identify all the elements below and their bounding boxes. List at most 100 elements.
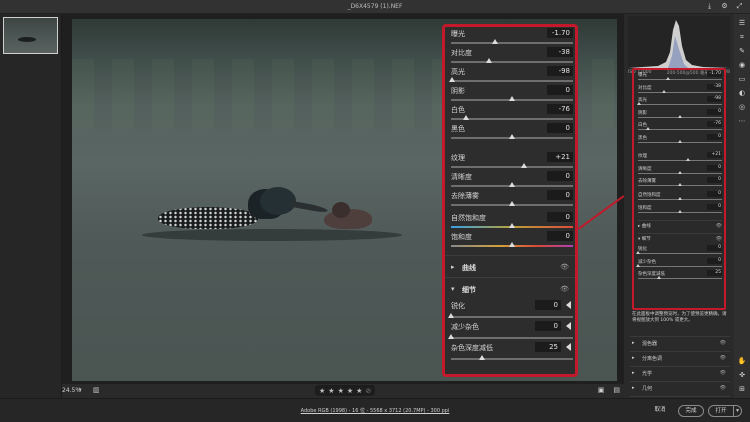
adjust-slider[interactable]: 去除薄雾 0 — [451, 190, 573, 209]
slider-track[interactable] — [638, 129, 722, 130]
panel-section-collapsed[interactable]: ▸ 几何 👁 — [630, 381, 730, 393]
sampler-icon[interactable]: ✜ — [737, 370, 747, 380]
slider-thumb[interactable] — [678, 139, 682, 143]
adjust-slider[interactable]: 曝光 -1.70 — [451, 28, 573, 47]
filmstrip-thumbnail[interactable] — [3, 17, 58, 54]
chevron-icon[interactable]: ▾ — [451, 285, 455, 293]
slider-value-field[interactable]: -76 — [547, 104, 573, 114]
slider-thumb[interactable] — [636, 263, 640, 267]
visibility-eye-icon[interactable]: 👁 — [720, 370, 726, 376]
slider-value-field[interactable]: 0 — [707, 177, 722, 183]
slider-thumb[interactable] — [491, 39, 498, 44]
slider-thumb[interactable] — [449, 77, 456, 82]
slider-track[interactable] — [451, 61, 573, 63]
slider-value-field[interactable]: 0 — [707, 133, 722, 140]
slider-value-field[interactable]: -76 — [707, 121, 722, 127]
slider-thumb[interactable] — [636, 102, 641, 105]
slider-thumb[interactable] — [678, 183, 682, 186]
hand-tool-icon[interactable]: ✋ — [737, 356, 747, 366]
slider-track[interactable] — [451, 337, 573, 339]
crop-icon[interactable]: ⌗ — [737, 32, 747, 42]
slider-track[interactable] — [638, 160, 722, 161]
slider-arrow-icon[interactable] — [566, 322, 571, 330]
slider-value-field[interactable]: -1.70 — [547, 28, 573, 38]
slider-thumb[interactable] — [509, 96, 515, 101]
visibility-eye-icon[interactable]: 👁 — [560, 263, 569, 271]
adjust-slider[interactable]: 纹理 +21 — [451, 152, 573, 171]
star-icon[interactable]: ★ — [328, 387, 334, 395]
panel-slider[interactable]: 去除薄雾 0 — [638, 177, 722, 189]
slider-value-field[interactable]: 0 — [547, 85, 573, 95]
slider-value-field[interactable]: 0 — [547, 123, 573, 133]
slider-value-field[interactable]: -38 — [707, 83, 722, 90]
save-icon[interactable]: ⤓ — [705, 2, 714, 11]
star-icon[interactable]: ★ — [338, 387, 344, 395]
slider-value-field[interactable]: +21 — [547, 152, 573, 162]
slider-track[interactable] — [638, 91, 722, 93]
visibility-eye-icon[interactable]: 👁 — [716, 236, 722, 242]
visibility-eye-icon[interactable]: 👁 — [716, 223, 722, 229]
before-after-icon[interactable]: ▣ — [598, 386, 605, 394]
slider-track[interactable] — [638, 253, 722, 254]
adjust-slider[interactable]: 白色 -76 — [451, 104, 573, 123]
slider-track[interactable] — [638, 79, 722, 80]
zoom-dropdown-icon[interactable]: ▾ — [79, 387, 82, 393]
chevron-right-icon[interactable]: ▸ — [632, 340, 635, 346]
slider-value-field[interactable]: 0 — [707, 245, 722, 251]
snapshot-icon[interactable]: ◎ — [737, 102, 747, 112]
slider-thumb[interactable] — [448, 334, 454, 339]
done-button[interactable]: 完成 — [678, 405, 704, 417]
visibility-eye-icon[interactable]: 👁 — [720, 340, 726, 346]
slider-track[interactable] — [451, 166, 573, 168]
slider-track[interactable] — [451, 42, 573, 44]
filmstrip-toggle-icon[interactable]: ▥ — [93, 386, 100, 394]
star-icon[interactable]: ★ — [356, 387, 362, 395]
panel-slider[interactable]: 阴影 0 — [638, 108, 722, 121]
slider-thumb[interactable] — [509, 134, 515, 139]
slider-thumb[interactable] — [678, 170, 682, 174]
slider-thumb[interactable] — [478, 355, 485, 360]
panel-slider[interactable]: 饱和度 0 — [638, 203, 722, 216]
slider-thumb[interactable] — [462, 115, 469, 120]
star-icon[interactable]: ★ — [319, 387, 325, 395]
clear-rating-icon[interactable]: ⊘ — [365, 387, 371, 395]
chevron-right-icon[interactable]: ▸ — [632, 370, 635, 376]
slider-track[interactable] — [451, 358, 573, 360]
slider-value-field[interactable]: +21 — [707, 152, 722, 158]
healing-brush-icon[interactable]: ✎ — [737, 46, 747, 56]
panel-section-collapsed[interactable]: ▸ 分离色调 👁 — [630, 351, 730, 363]
slider-value-field[interactable]: 0 — [707, 108, 722, 115]
slider-value-field[interactable]: -1.70 — [707, 71, 722, 77]
adjust-slider[interactable]: 阴影 0 — [451, 85, 573, 104]
chevron-right-icon[interactable]: ▸ — [632, 385, 635, 391]
slider-thumb[interactable] — [657, 276, 661, 279]
mask-icon[interactable]: ▭ — [737, 74, 747, 84]
panel-slider[interactable]: 纹理 +21 — [638, 152, 722, 164]
slider-value-field[interactable]: 0 — [547, 190, 573, 200]
slider-value-field[interactable]: -98 — [707, 96, 722, 102]
panel-slider[interactable]: 锐化 0 — [636, 245, 722, 257]
red-eye-icon[interactable]: ◉ — [737, 60, 747, 70]
slider-value-field[interactable]: -38 — [547, 47, 573, 57]
panel-section-detail[interactable]: ▾ 细节 👁 — [638, 233, 722, 243]
slider-value-field[interactable]: 0 — [535, 300, 561, 310]
cancel-button[interactable]: 取消 — [648, 405, 672, 417]
fullscreen-icon[interactable]: ⤢ — [735, 2, 744, 11]
slider-arrow-icon[interactable] — [566, 343, 571, 351]
panel-slider[interactable]: 杂色深度减低 25 — [638, 270, 722, 282]
panel-slider[interactable]: 清晰度 0 — [638, 164, 722, 177]
slider-track[interactable] — [451, 80, 573, 82]
panel-section-collapsed[interactable]: ▸ 混色器 👁 — [630, 336, 730, 348]
slider-thumb[interactable] — [662, 89, 667, 93]
slider-thumb[interactable] — [509, 223, 515, 228]
panel-slider[interactable]: 自然饱和度 0 — [638, 191, 722, 203]
slider-thumb[interactable] — [509, 182, 515, 187]
slider-thumb[interactable] — [509, 201, 515, 206]
slider-value-field[interactable]: 25 — [707, 270, 722, 276]
adjust-slider[interactable]: 饱和度 0 — [451, 231, 573, 250]
adjust-slider[interactable]: 对比度 -38 — [451, 47, 573, 66]
slider-value-field[interactable]: 0 — [707, 191, 722, 197]
adjust-slider[interactable]: 锐化 0 — [448, 300, 573, 321]
slider-track[interactable] — [451, 316, 573, 318]
adjust-slider[interactable]: 黑色 0 — [451, 123, 573, 142]
